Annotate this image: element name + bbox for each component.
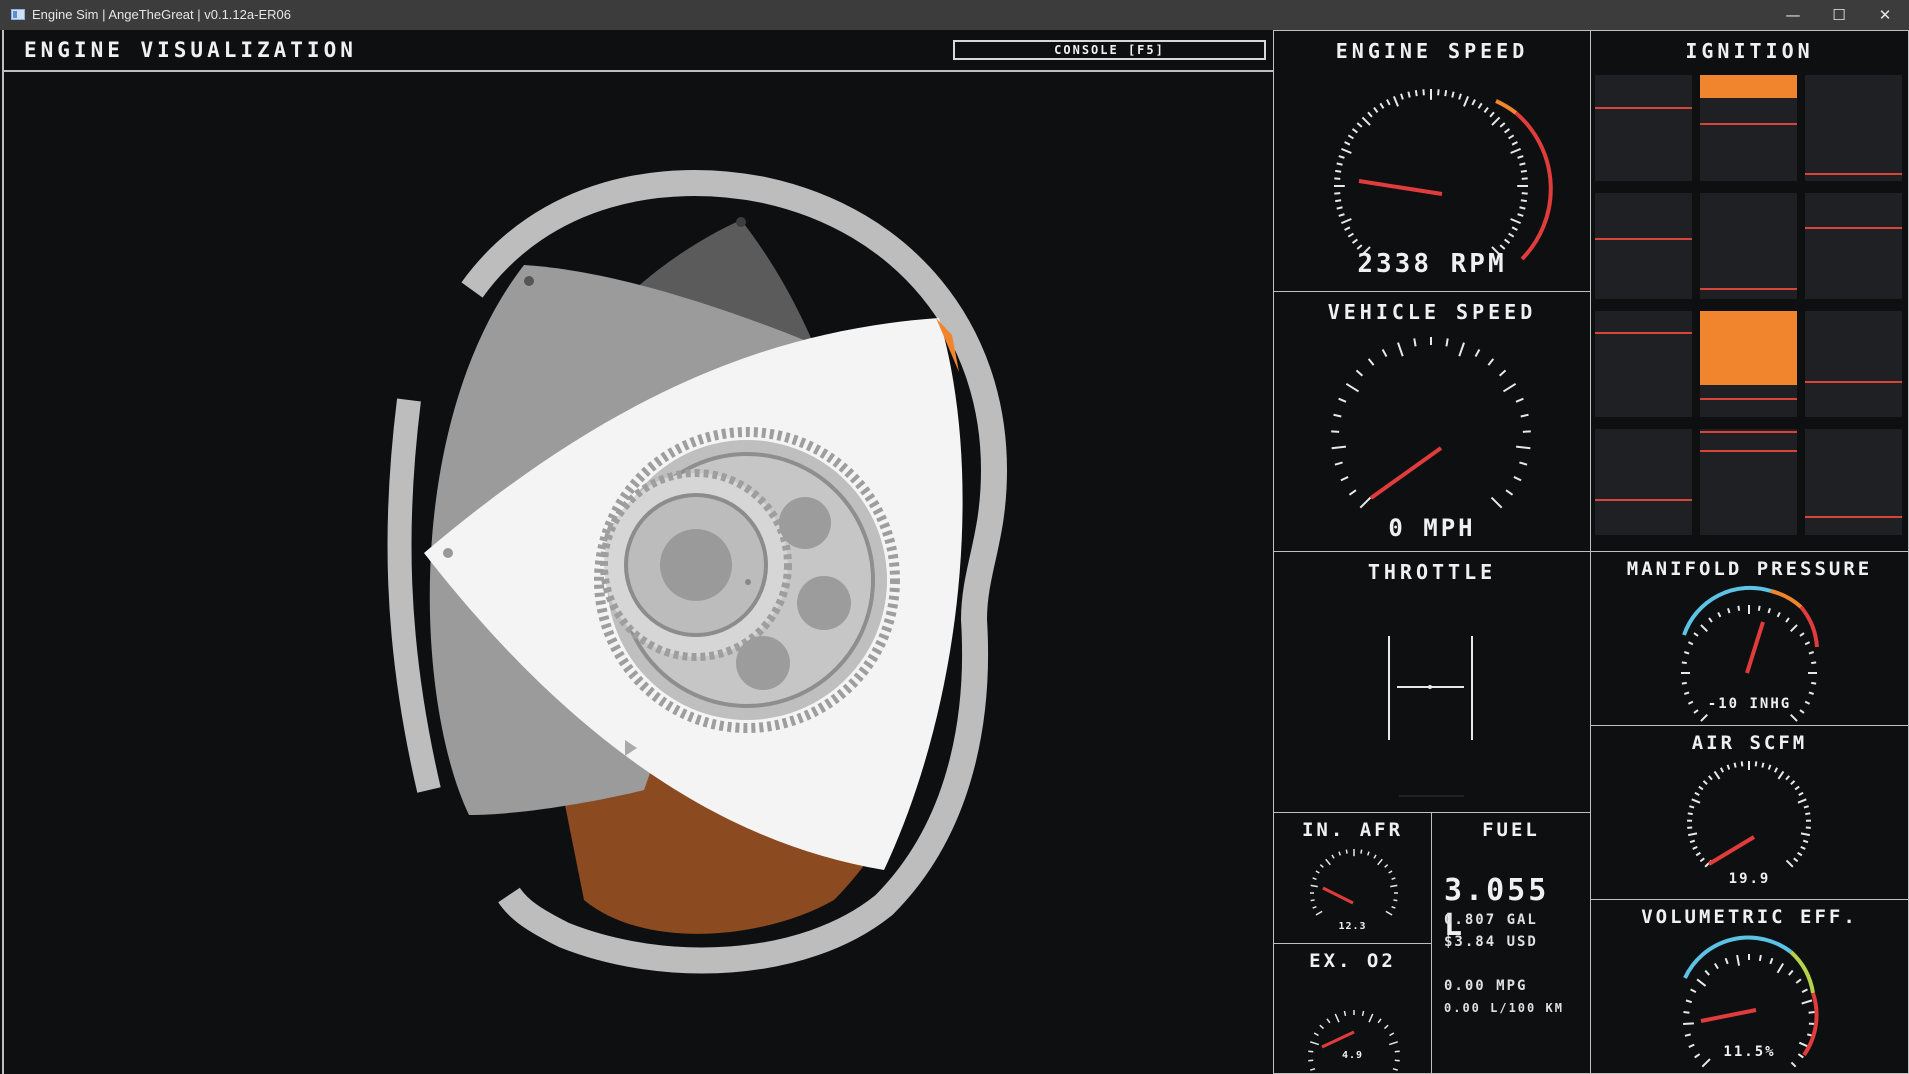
fuel-mpg: 0.00 MPG: [1444, 978, 1528, 994]
volumetric-eff-readout: 11.5%: [1723, 1044, 1776, 1060]
minimize-button[interactable]: —: [1770, 0, 1816, 30]
ignition-cell: [1595, 311, 1692, 417]
ignition-timing-line: [1595, 332, 1692, 334]
ignition-fill: [1700, 311, 1797, 385]
air-scfm-readout: 19.9: [1728, 871, 1771, 887]
ignition-timing-line: [1595, 107, 1692, 109]
volumetric-eff-panel: VOLUMETRIC EFF. 11.5%: [1590, 899, 1909, 1074]
engine-speed-ticks: [1334, 89, 1528, 256]
ignition-title: IGNITION: [1685, 39, 1814, 63]
ignition-cell: [1805, 311, 1902, 417]
vehicle-speed-panel: VEHICLE SPEED 0 MPH: [1273, 291, 1591, 552]
ignition-panel: IGNITION: [1590, 30, 1909, 552]
throttle-panel: THROTTLE: [1273, 551, 1591, 813]
engine-speed-panel: ENGINE SPEED 2338 RPM: [1273, 30, 1591, 292]
rotor-ghost-marker-dark: [736, 217, 746, 227]
ignition-cell: [1805, 75, 1902, 181]
ignition-timing-line: [1805, 227, 1902, 229]
exhaust-o2-ticks: [1308, 1010, 1400, 1071]
rotary-engine-drawing: [387, 170, 1008, 974]
visualization-title: ENGINE VISUALIZATION: [24, 38, 357, 62]
ignition-cell: [1700, 429, 1797, 535]
maximize-button[interactable]: ☐: [1816, 0, 1862, 30]
manifold-pressure-readout: -10 INHG: [1707, 696, 1792, 712]
air-scfm-needle: [1707, 835, 1756, 866]
intake-afr-readout: 12.3: [1338, 921, 1367, 932]
engine-speed-needle: [1358, 179, 1443, 196]
throttle-indicator: [1388, 636, 1473, 797]
intake-afr-needle: [1322, 886, 1354, 905]
rotor-ghost-marker: [524, 276, 534, 286]
ignition-cell: [1805, 429, 1902, 535]
ignition-timing-line: [1700, 288, 1797, 290]
ignition-cell: [1700, 311, 1797, 417]
ignition-cell: [1805, 193, 1902, 299]
ignition-timing-line: [1595, 238, 1692, 240]
ignition-cell: [1700, 75, 1797, 181]
ignition-timing-line: [1700, 398, 1797, 400]
housing-left-arc: [387, 398, 441, 793]
fuel-l-per-100km: 0.00 L/100 KM: [1444, 1001, 1564, 1015]
exhaust-o2-panel: EX. O2 4.9: [1273, 943, 1432, 1074]
vehicle-speed-readout: 0 MPH: [1388, 514, 1476, 542]
volumetric-eff-green-arc: [1789, 950, 1815, 994]
window-titlebar: Engine Sim | AngeTheGreat | v0.1.12a-ER0…: [0, 0, 1909, 30]
ignition-timing-line: [1595, 499, 1692, 501]
engine-speed-warn: [1495, 99, 1518, 115]
air-scfm-panel: AIR SCFM 19.9: [1590, 725, 1909, 900]
visualization-header: ENGINE VISUALIZATION CONSOLE [F5]: [4, 32, 1273, 72]
close-button[interactable]: ✕: [1862, 0, 1908, 30]
fuel-title: FUEL: [1482, 819, 1540, 841]
manifold-pressure-red-arc: [1799, 605, 1819, 648]
ignition-timing-line: [1805, 173, 1902, 175]
console-button[interactable]: CONSOLE [F5]: [953, 40, 1266, 60]
exhaust-o2-readout: 4.9: [1341, 1050, 1364, 1061]
gear-hole-1: [779, 497, 831, 549]
ignition-cell: [1700, 193, 1797, 299]
exhaust-o2-needle: [1321, 1030, 1355, 1049]
ignition-timing-line: [1700, 123, 1797, 125]
volumetric-eff-needle: [1700, 1008, 1757, 1023]
ignition-timing-line: [1700, 431, 1797, 433]
ignition-timing-line: [1805, 516, 1902, 518]
ignition-timing-line: [1700, 450, 1797, 452]
manifold-pressure-orange-arc: [1770, 589, 1803, 609]
rotor-apex-marker: [443, 548, 453, 558]
ignition-cell: [1595, 429, 1692, 535]
ignition-cell: [1595, 193, 1692, 299]
shaft-dot: [745, 579, 751, 585]
fuel-cost: $3.84 USD: [1444, 934, 1538, 950]
ignition-fill: [1700, 75, 1797, 98]
air-scfm-ticks: [1687, 761, 1811, 868]
app-icon: [11, 9, 25, 20]
ignition-cell: [1595, 75, 1692, 181]
ignition-timing-line: [1805, 381, 1902, 383]
window-title: Engine Sim | AngeTheGreat | v0.1.12a-ER0…: [32, 7, 291, 22]
fuel-panel: FUEL 3.055 L 0.807 GAL $3.84 USD 0.00 MP…: [1431, 812, 1591, 1074]
manifold-pressure-blue-arc: [1682, 585, 1772, 636]
vehicle-speed-ticks: [1331, 337, 1531, 509]
fuel-gallons: 0.807 GAL: [1444, 912, 1538, 928]
vehicle-speed-needle: [1369, 446, 1443, 500]
engine-speed-readout: 2338 RPM: [1357, 249, 1507, 279]
gear-hole-3: [736, 636, 790, 690]
intake-afr-ticks: [1310, 849, 1398, 916]
intake-afr-panel: IN. AFR 12.3: [1273, 812, 1432, 944]
vehicle-speed-dial: [1331, 337, 1531, 509]
gear-hole-2: [797, 576, 851, 630]
manifold-pressure-panel: MANIFOLD PRESSURE -10 INHG: [1590, 551, 1909, 726]
shaft-center: [660, 529, 732, 601]
manifold-pressure-needle: [1745, 621, 1765, 674]
fuel-liters: 3.055 L: [1444, 873, 1550, 943]
